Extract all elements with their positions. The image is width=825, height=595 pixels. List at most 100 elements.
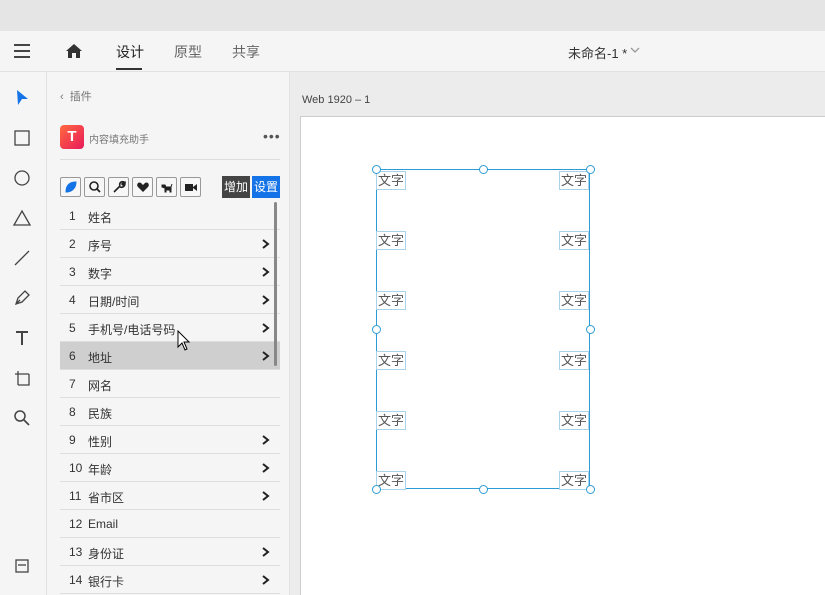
back-to-plugins[interactable]: ‹ 插件	[60, 88, 92, 104]
search-button[interactable]	[84, 177, 105, 197]
settings-button[interactable]: 设置	[252, 176, 280, 198]
chevron-down-icon[interactable]	[630, 45, 640, 55]
hamburger-menu-icon[interactable]	[14, 44, 30, 58]
list-item[interactable]: 4 日期/时间	[60, 286, 280, 314]
list-item[interactable]: 5 手机号/电话号码	[60, 314, 280, 342]
resize-handle[interactable]	[586, 485, 595, 494]
back-label: 插件	[69, 91, 92, 103]
list-item[interactable]: 12 Email	[60, 510, 280, 538]
list-item[interactable]: 7 网名	[60, 370, 280, 398]
data-type-list: 1 姓名 2 序号 3 数字 4 日期/时间 5 手机号/电话号码 6 地址 7 网名 8 民族 9 性别 10 年龄…	[60, 202, 280, 594]
item-number: 7	[69, 377, 76, 391]
leaf-icon	[65, 181, 77, 193]
item-number: 13	[69, 545, 83, 559]
text-layer[interactable]: 文字	[376, 291, 406, 310]
chevron-right-icon[interactable]	[262, 575, 270, 585]
more-options-icon[interactable]: •••	[263, 128, 281, 144]
item-number: 10	[69, 461, 83, 475]
dog-button[interactable]	[156, 177, 177, 197]
resize-handle[interactable]	[372, 325, 381, 334]
wrench-button[interactable]	[108, 177, 129, 197]
mouse-cursor-icon	[177, 330, 191, 351]
line-icon[interactable]	[12, 248, 32, 268]
text-layer[interactable]: 文字	[559, 351, 589, 370]
text-layer[interactable]: 文字	[376, 351, 406, 370]
text-layer[interactable]: 文字	[559, 291, 589, 310]
tab-share[interactable]: 共享	[232, 42, 260, 62]
text-layer[interactable]: 文字	[376, 411, 406, 430]
text-icon[interactable]	[12, 328, 32, 348]
list-item[interactable]: 14 银行卡	[60, 566, 280, 594]
add-button[interactable]: 增加	[222, 176, 250, 198]
rectangle-icon[interactable]	[12, 128, 32, 148]
resize-handle[interactable]	[372, 485, 381, 494]
selection-box[interactable]	[376, 169, 590, 489]
list-item[interactable]: 9 性别	[60, 426, 280, 454]
scrollbar[interactable]	[274, 202, 277, 366]
chevron-right-icon[interactable]	[262, 463, 270, 473]
text-layer[interactable]: 文字	[376, 171, 406, 190]
chevron-right-icon[interactable]	[262, 267, 270, 277]
chevron-left-icon: ‹	[60, 91, 64, 103]
chevron-right-icon[interactable]	[262, 239, 270, 249]
dog-icon	[161, 183, 173, 193]
text-layer[interactable]: 文字	[559, 231, 589, 250]
chevron-right-icon[interactable]	[262, 351, 270, 361]
chevron-right-icon[interactable]	[262, 491, 270, 501]
list-item[interactable]: 8 民族	[60, 398, 280, 426]
artboard-label[interactable]: Web 1920 – 1	[302, 94, 370, 106]
tab-design[interactable]: 设计	[116, 42, 144, 62]
list-item[interactable]: 11 省市区	[60, 482, 280, 510]
tab-prototype[interactable]: 原型	[174, 42, 202, 62]
heart-icon	[137, 182, 149, 192]
item-number: 9	[69, 433, 76, 447]
text-layer[interactable]: 文字	[376, 231, 406, 250]
triangle-icon[interactable]	[12, 208, 32, 228]
list-item[interactable]: 2 序号	[60, 230, 280, 258]
artboard-icon[interactable]	[12, 368, 32, 388]
list-item[interactable]: 6 地址	[60, 342, 280, 370]
video-button[interactable]	[180, 177, 201, 197]
item-label: 数字	[88, 267, 113, 281]
item-number: 4	[69, 293, 76, 307]
list-item[interactable]: 1 姓名	[60, 202, 280, 230]
resize-handle[interactable]	[479, 485, 488, 494]
text-layer[interactable]: 文字	[559, 411, 589, 430]
zoom-icon[interactable]	[12, 408, 32, 428]
resize-handle[interactable]	[372, 165, 381, 174]
tool-bar	[0, 72, 47, 595]
list-item[interactable]: 10 年龄	[60, 454, 280, 482]
leaf-button[interactable]	[60, 177, 81, 197]
ellipse-icon[interactable]	[12, 168, 32, 188]
plugin-name: 内容填充助手	[89, 135, 149, 146]
text-layer[interactable]: 文字	[559, 471, 589, 490]
home-icon[interactable]	[64, 41, 84, 61]
divider	[60, 159, 280, 160]
item-label: 手机号/电话号码	[88, 323, 176, 337]
item-label: 序号	[88, 239, 113, 253]
chevron-right-icon[interactable]	[262, 547, 270, 557]
chevron-right-icon[interactable]	[262, 323, 270, 333]
chevron-right-icon[interactable]	[262, 295, 270, 305]
resize-handle[interactable]	[586, 325, 595, 334]
pen-icon[interactable]	[12, 288, 32, 308]
select-arrow-icon[interactable]	[12, 88, 32, 108]
search-icon	[89, 181, 101, 193]
list-item[interactable]: 3 数字	[60, 258, 280, 286]
title-bar	[0, 0, 825, 31]
resize-handle[interactable]	[586, 165, 595, 174]
chevron-right-icon[interactable]	[262, 435, 270, 445]
item-label: 地址	[88, 351, 113, 365]
plugin-panel: ‹ 插件 T 内容填充助手 ••• 增加 设置 1 姓名 2 序号 3 数字 4 日期/时间 5…	[47, 72, 290, 595]
resize-handle[interactable]	[479, 165, 488, 174]
list-item[interactable]: 13 身份证	[60, 538, 280, 566]
layers-panel-icon[interactable]	[12, 556, 32, 576]
active-tab-indicator	[116, 68, 142, 70]
video-icon	[185, 184, 197, 191]
item-label: 民族	[88, 407, 113, 421]
heart-button[interactable]	[132, 177, 153, 197]
item-label: 省市区	[88, 491, 125, 505]
item-label: 年龄	[88, 463, 113, 477]
document-title[interactable]: 未命名-1 *	[568, 43, 627, 62]
text-layer[interactable]: 文字	[559, 171, 589, 190]
